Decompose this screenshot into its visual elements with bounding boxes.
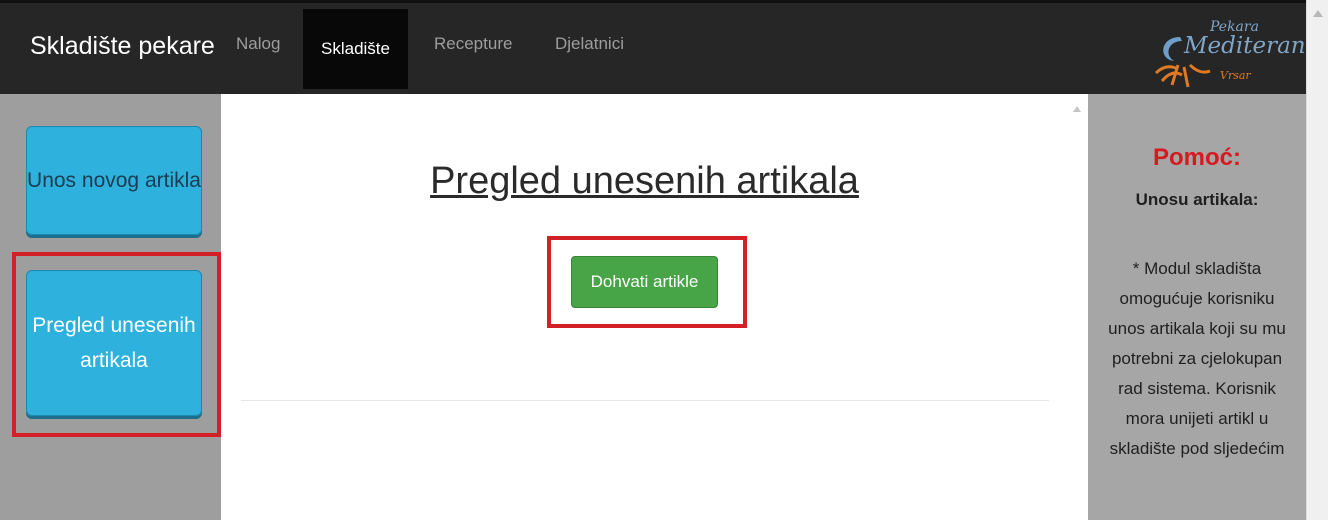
highlight-box-fetch [547,236,747,328]
brand-title[interactable]: Skladište pekare [30,32,215,61]
divider [241,400,1049,401]
window-scrollbar[interactable] [1306,0,1328,520]
main-panel: Pregled unesenih artikala Dohvati artikl… [221,94,1068,520]
highlight-box-sidebar [12,252,221,437]
page-title: Pregled unesenih artikala [430,160,859,202]
nav-item-nalog[interactable]: Nalog [236,29,280,59]
help-sidebar: Pomoć: Unosu artikala: * Modul skladišta… [1088,94,1306,520]
help-text: * Modul skladišta omogućuje korisniku un… [1108,259,1286,458]
nav-item-recepture[interactable]: Recepture [434,29,512,59]
nav-item-skladiste[interactable]: Skladište [303,9,408,89]
new-article-button[interactable]: Unos novog artikla [26,126,202,235]
top-navbar: Skladište pekare Nalog Skladište Receptu… [0,0,1306,94]
scroll-up-arrow-icon[interactable] [1313,10,1323,17]
main-scrollbar[interactable] [1068,94,1088,520]
bakery-logo: Pekara Mediteran Vrsar [1150,15,1306,91]
logo-text-sub: Vrsar [1220,69,1251,82]
main-scroll-up-arrow-icon[interactable] [1073,106,1081,112]
help-title: Pomoć: [1152,144,1241,171]
help-subtitle: Unosu artikala: [1135,190,1259,209]
logo-text-main: Mediteran [1184,33,1306,59]
nav-item-djelatnici[interactable]: Djelatnici [555,29,624,59]
